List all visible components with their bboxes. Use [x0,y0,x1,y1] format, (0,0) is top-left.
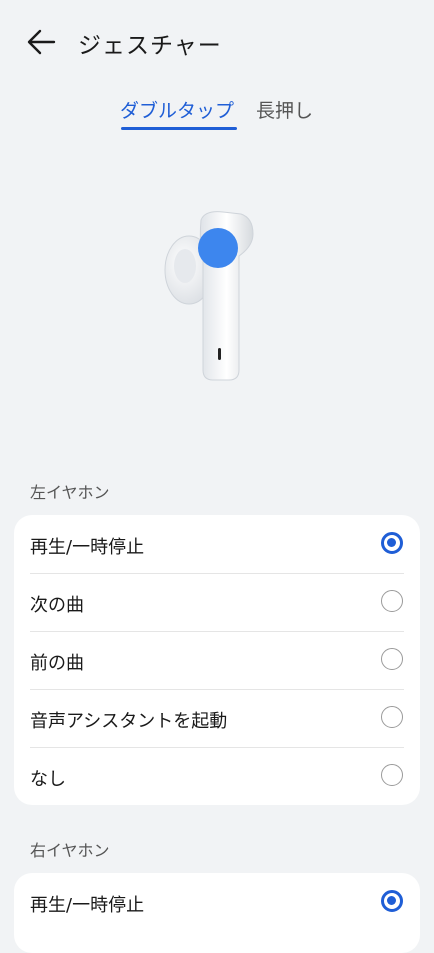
option-label: 次の曲 [30,595,84,616]
tab-double-tap[interactable]: ダブルタップ [120,96,234,123]
option-play-pause[interactable]: 再生/一時停止 [14,873,420,931]
option-none[interactable]: なし [14,747,420,805]
radio-unchecked[interactable] [381,590,403,612]
radio-checked[interactable] [381,532,403,554]
page-title: ジェスチャー [78,33,222,59]
header: ジェスチャー [0,0,434,86]
left-earphone-label: 左イヤホン [30,483,110,502]
radio-unchecked[interactable] [381,706,403,728]
right-earphone-label: 右イヤホン [30,841,110,860]
radio-unchecked[interactable] [381,648,403,670]
option-label: なし [30,769,66,790]
radio-checked[interactable] [381,890,403,912]
left-earphone-options: 再生/一時停止 次の曲 前の曲 音声アシスタントを起動 なし [14,515,420,805]
option-next-track[interactable]: 次の曲 [14,573,420,631]
option-play-pause[interactable]: 再生/一時停止 [14,515,420,573]
tap-indicator-dot [198,228,238,268]
back-button[interactable] [26,28,58,56]
option-voice-assistant[interactable]: 音声アシスタントを起動 [14,689,420,747]
tab-long-press[interactable]: 長押し [256,96,313,123]
earbud-illustration [155,200,265,390]
tab-bar: ダブルタップ 長押し [0,90,434,134]
option-label: 再生/一時停止 [30,895,145,916]
option-label: 音声アシスタントを起動 [30,711,228,732]
option-label: 再生/一時停止 [30,537,145,558]
right-earphone-options: 再生/一時停止 [14,873,420,953]
option-previous-track[interactable]: 前の曲 [14,631,420,689]
radio-unchecked[interactable] [381,764,403,786]
arrow-left-icon [27,29,56,55]
active-tab-indicator [121,127,237,130]
option-label: 前の曲 [30,653,84,674]
